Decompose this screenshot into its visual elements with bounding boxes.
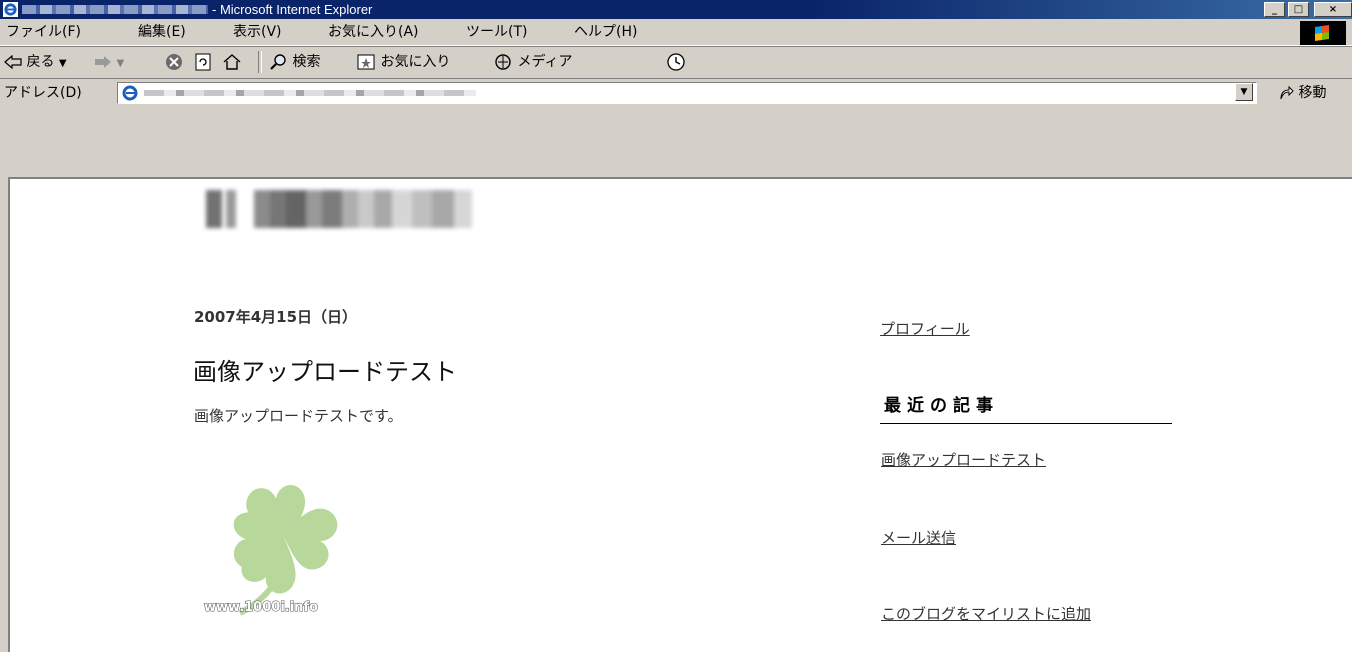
search-icon: [270, 54, 286, 70]
history-icon: [667, 53, 685, 71]
menu-view[interactable]: 表示(V): [233, 19, 282, 45]
favorites-label: お気に入り: [380, 54, 451, 70]
back-label: 戻る: [26, 54, 55, 70]
back-dropdown-icon[interactable]: ▼: [59, 58, 67, 69]
home-button[interactable]: [222, 46, 242, 78]
stop-icon: [166, 54, 182, 70]
maximize-button[interactable]: □: [1288, 2, 1309, 17]
post-date: 2007年4月15日（日）: [194, 308, 358, 326]
menu-file[interactable]: ファイル(F): [6, 19, 81, 45]
menu-edit[interactable]: 編集(E): [138, 19, 186, 45]
page-icon: [122, 85, 138, 101]
forward-arrow-icon: [95, 56, 111, 68]
history-button[interactable]: [666, 46, 686, 78]
address-input[interactable]: [117, 82, 1257, 104]
favorites-icon: [357, 54, 375, 70]
address-label: アドレス(D): [4, 85, 82, 101]
media-button[interactable]: メディア: [493, 46, 572, 78]
blurred-url: [144, 90, 476, 96]
title-bar: - Microsoft Internet Explorer _ □ ×: [0, 0, 1352, 19]
menu-favorites[interactable]: お気に入り(A): [328, 19, 419, 45]
window-left-edge: [0, 177, 8, 652]
stop-button[interactable]: [164, 46, 184, 78]
media-icon: [495, 54, 511, 70]
forward-button[interactable]: ▼: [94, 46, 124, 78]
address-dropdown-button[interactable]: ▼: [1235, 83, 1253, 101]
menu-bar: ファイル(F) 編集(E) 表示(V) お気に入り(A) ツール(T) ヘルプ(…: [0, 19, 1352, 46]
post-title: 画像アップロードテスト: [193, 358, 457, 386]
recent-posts-divider: [880, 423, 1172, 424]
minimize-button[interactable]: _: [1264, 2, 1285, 17]
favorites-button[interactable]: お気に入り: [356, 46, 450, 78]
go-arrow-icon: [1280, 85, 1294, 100]
window-title: - Microsoft Internet Explorer: [212, 2, 373, 17]
refresh-button[interactable]: [193, 46, 213, 78]
back-arrow-icon: [4, 55, 22, 69]
blurred-blog-title: [192, 190, 554, 228]
clover-image: www.1000i.info: [203, 485, 338, 616]
mail-link[interactable]: メール送信: [881, 527, 956, 548]
recent-posts-heading: 最近の記事: [884, 396, 999, 416]
search-button[interactable]: 検索: [268, 46, 320, 78]
search-label: 検索: [292, 54, 321, 70]
profile-link[interactable]: プロフィール: [880, 318, 970, 339]
refresh-icon: [195, 53, 211, 71]
toolbar-separator: [258, 51, 262, 73]
close-button[interactable]: ×: [1314, 2, 1352, 17]
go-label: 移動: [1298, 85, 1327, 101]
image-caption: www.1000i.info: [204, 600, 318, 615]
home-icon: [223, 54, 241, 70]
add-to-mylist-link[interactable]: このブログをマイリストに追加: [881, 603, 1091, 624]
internet-explorer-icon: [3, 2, 18, 17]
back-button[interactable]: 戻る ▼: [4, 46, 67, 78]
go-button[interactable]: 移動: [1278, 79, 1326, 107]
recent-post-link[interactable]: 画像アップロードテスト: [881, 449, 1046, 470]
menu-help[interactable]: ヘルプ(H): [574, 19, 637, 45]
address-bar: アドレス(D) ▼ 移動: [0, 79, 1352, 107]
forward-dropdown-icon[interactable]: ▼: [116, 58, 124, 69]
toolbar: 戻る ▼ ▼ 検索 お気に入り メディア: [0, 46, 1352, 79]
menu-tools[interactable]: ツール(T): [466, 19, 527, 45]
post-body: 画像アップロードテストです。: [194, 407, 403, 425]
windows-logo-icon: [1300, 21, 1346, 45]
media-label: メディア: [517, 54, 573, 70]
blurred-page-title: [22, 5, 208, 14]
